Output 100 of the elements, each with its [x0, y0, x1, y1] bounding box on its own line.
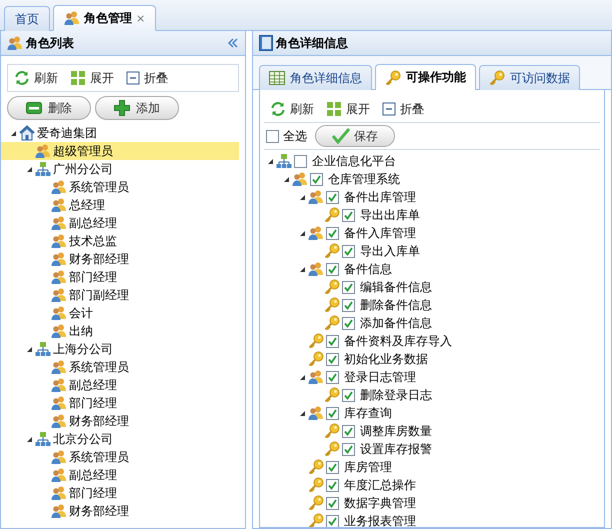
save-button[interactable]: 保存: [315, 125, 395, 147]
checkbox[interactable]: [342, 316, 355, 330]
tab[interactable]: 可操作功能: [375, 64, 476, 90]
checkbox[interactable]: [326, 262, 339, 276]
tree-item-label[interactable]: 数据字典管理: [342, 494, 418, 512]
tree-item[interactable]: 财务部经理: [1, 502, 239, 520]
checkbox[interactable]: [326, 478, 339, 492]
tree-item-label[interactable]: 业务报表管理: [342, 512, 418, 527]
tree-item[interactable]: 财务部经理: [1, 250, 239, 268]
add-button[interactable]: 添加: [95, 96, 179, 120]
expander-icon[interactable]: [298, 264, 306, 274]
expander-icon[interactable]: [9, 128, 17, 138]
tree-item-label[interactable]: 初始化业务数据: [342, 350, 430, 368]
tree-item[interactable]: 出纳: [1, 322, 239, 340]
expander-icon[interactable]: [298, 192, 306, 202]
expander-icon[interactable]: [282, 174, 290, 184]
tree-item-label[interactable]: 登录日志管理: [342, 368, 418, 386]
tree-item[interactable]: 系统管理员: [1, 358, 239, 376]
tree-item-label[interactable]: 仓库管理系统: [326, 170, 402, 188]
tree-item-label[interactable]: 删除登录日志: [358, 386, 434, 404]
people-icon: [64, 10, 80, 26]
tree-item[interactable]: 部门经理: [1, 394, 239, 412]
expand-button[interactable]: 展开: [326, 100, 370, 118]
tree-item-label[interactable]: 库存查询: [342, 404, 394, 422]
tree-item-label[interactable]: 备件资料及库存导入: [342, 332, 454, 350]
checkbox[interactable]: [342, 388, 355, 402]
tree-item-label[interactable]: 导出出库单: [358, 206, 422, 224]
checkbox[interactable]: [342, 280, 355, 294]
checkbox[interactable]: [326, 226, 339, 240]
expand-button[interactable]: 展开: [70, 70, 114, 86]
tab[interactable]: 角色详细信息: [259, 65, 372, 90]
tree-item[interactable]: 系统管理员: [1, 178, 239, 196]
tree-item-label[interactable]: 添加备件信息: [358, 314, 434, 332]
checkbox[interactable]: [342, 298, 355, 312]
tree-item[interactable]: 超级管理员: [1, 142, 239, 160]
tree-item[interactable]: 总经理: [1, 196, 239, 214]
checkbox[interactable]: [342, 424, 355, 438]
expander-icon[interactable]: [266, 156, 274, 166]
collapse-button[interactable]: 折叠: [126, 70, 168, 86]
tree-item[interactable]: 北京分公司: [1, 430, 239, 448]
tree-item-label[interactable]: 调整库房数量: [358, 422, 434, 440]
tab[interactable]: 可访问数据: [479, 65, 580, 90]
tree-item[interactable]: 上海分公司: [1, 340, 239, 358]
tree-item-label[interactable]: 备件出库管理: [342, 188, 418, 206]
checkbox[interactable]: [294, 154, 307, 168]
tree-item-label[interactable]: 导出入库单: [358, 242, 422, 260]
checkbox[interactable]: [310, 172, 323, 186]
people-icon: [51, 179, 67, 195]
tree-item[interactable]: 部门副经理: [1, 286, 239, 304]
checkbox[interactable]: [326, 496, 339, 510]
expander-icon[interactable]: [25, 164, 33, 174]
expander-icon[interactable]: [25, 344, 33, 354]
expander-icon[interactable]: [298, 228, 306, 238]
tree-item[interactable]: 副总经理: [1, 376, 239, 394]
close-icon[interactable]: ×: [136, 12, 146, 24]
checkbox[interactable]: [326, 460, 339, 474]
tree-item-label[interactable]: 年度汇总操作: [342, 476, 418, 494]
tree-item[interactable]: 技术总监: [1, 232, 239, 250]
tree-item[interactable]: 广州分公司: [1, 160, 239, 178]
checkbox[interactable]: [326, 406, 339, 420]
check-icon: [332, 128, 350, 144]
tree-item[interactable]: 爱奇迪集团: [1, 124, 239, 142]
tree-item[interactable]: 副总经理: [1, 214, 239, 232]
collapse-button[interactable]: 折叠: [382, 100, 424, 118]
checkbox[interactable]: [326, 352, 339, 366]
tree-item[interactable]: 财务部经理: [1, 412, 239, 430]
refresh-button[interactable]: 刷新: [14, 70, 58, 86]
tab[interactable]: 角色管理 ×: [53, 5, 156, 31]
expander-icon[interactable]: [298, 408, 306, 418]
tree-item[interactable]: 部门经理: [1, 268, 239, 286]
checkbox[interactable]: [342, 244, 355, 258]
remove-button[interactable]: 删除: [7, 96, 91, 120]
key-icon: [489, 70, 505, 86]
tree-item-label[interactable]: 删除备件信息: [358, 296, 434, 314]
collapse-panel-icon[interactable]: [227, 37, 239, 49]
tree-item-label[interactable]: 备件入库管理: [342, 224, 418, 242]
tree-item-label[interactable]: 库房管理: [342, 458, 394, 476]
tree-item-label[interactable]: 设置库存报警: [358, 440, 434, 458]
tree-item[interactable]: 部门经理: [1, 484, 239, 502]
refresh-button[interactable]: 刷新: [270, 100, 314, 118]
tree-item[interactable]: 副总经理: [1, 466, 239, 484]
expander-icon[interactable]: [298, 372, 306, 382]
checkbox[interactable]: [342, 442, 355, 456]
people-icon: [51, 197, 67, 213]
checkbox[interactable]: [326, 334, 339, 348]
checkbox-label[interactable]: 全选: [283, 128, 307, 144]
checkbox[interactable]: [326, 370, 339, 384]
tree-item-label[interactable]: 备件信息: [342, 260, 394, 278]
tree-item[interactable]: 系统管理员: [1, 448, 239, 466]
checkbox[interactable]: [326, 514, 339, 527]
expander-icon[interactable]: [25, 434, 33, 444]
checkbox[interactable]: [326, 190, 339, 204]
tab[interactable]: 首页: [4, 6, 50, 31]
people-icon: [51, 413, 67, 429]
checkbox[interactable]: [266, 130, 279, 142]
tree-item-label[interactable]: 企业信息化平台: [310, 152, 398, 170]
tree-item[interactable]: 会计: [1, 304, 239, 322]
tree-item-label[interactable]: 编辑备件信息: [358, 278, 434, 296]
checkbox[interactable]: [342, 208, 355, 222]
people-icon: [51, 359, 67, 375]
